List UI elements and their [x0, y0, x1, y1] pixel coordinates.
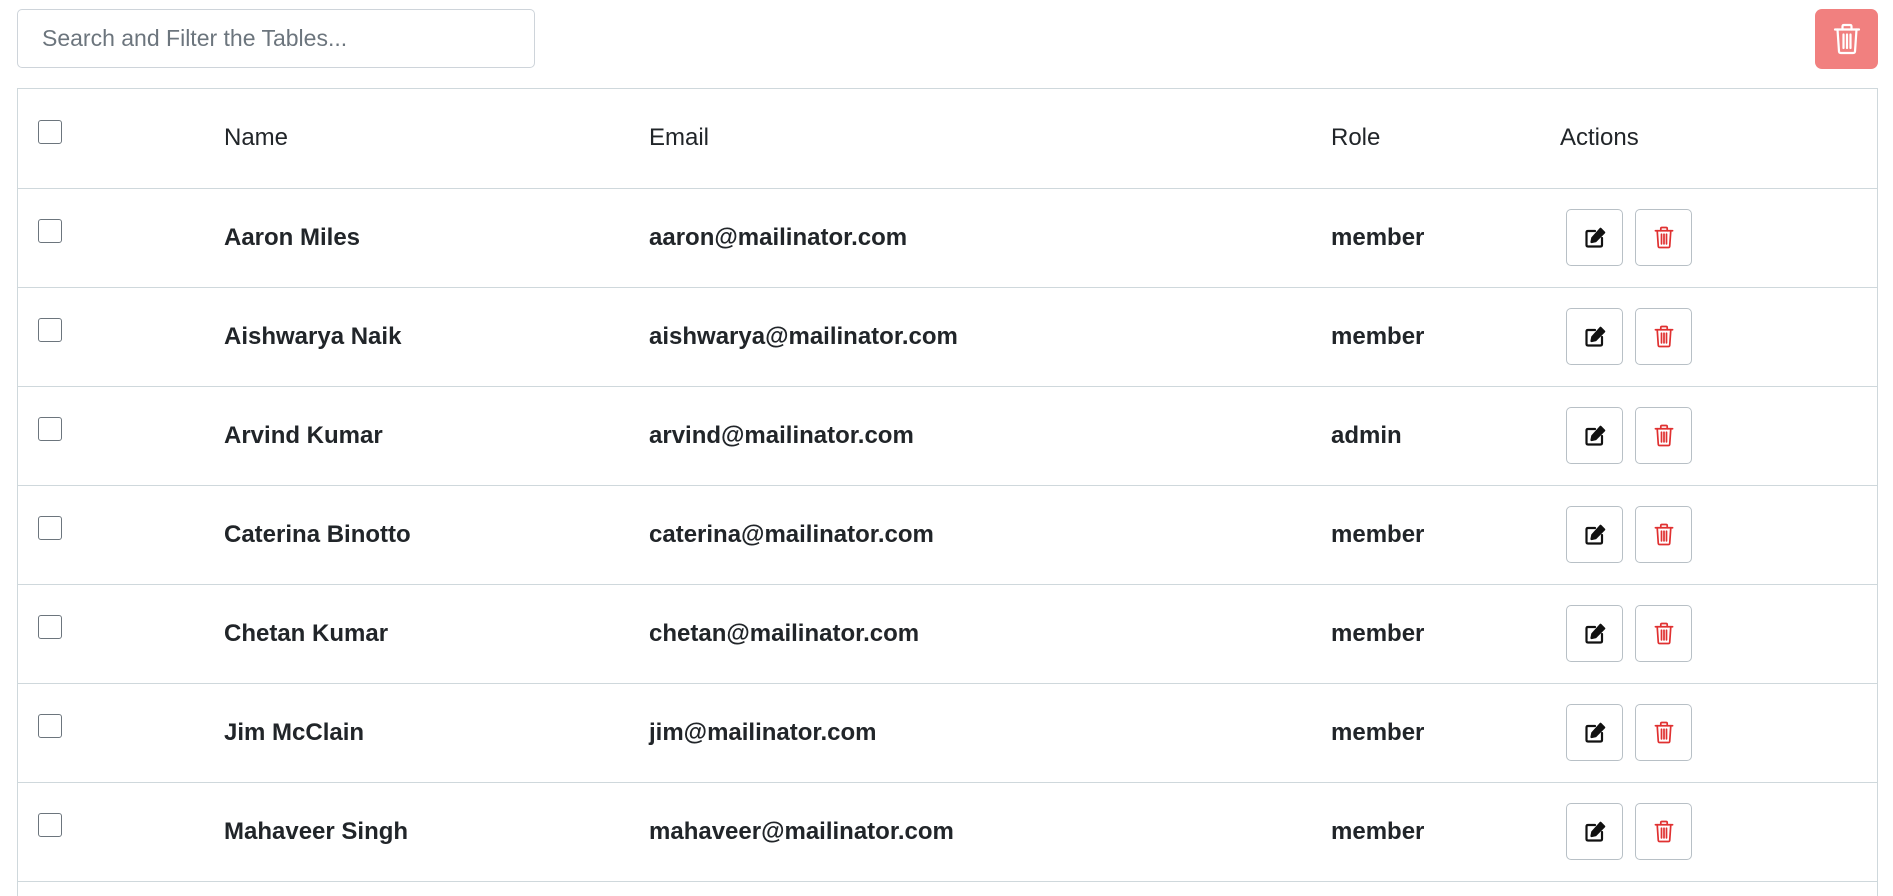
edit-icon	[1583, 226, 1607, 250]
row-checkbox[interactable]	[38, 714, 62, 738]
edit-button[interactable]	[1566, 209, 1623, 266]
cell-email: aishwarya@mailinator.com	[649, 287, 1331, 387]
row-select-cell	[18, 188, 224, 288]
cell-role: member	[1331, 287, 1560, 387]
edit-icon	[1583, 820, 1607, 844]
trash-icon	[1654, 523, 1674, 546]
cell-actions	[1560, 485, 1877, 585]
cell-email: caterina@mailinator.com	[649, 485, 1331, 585]
row-actions	[1560, 407, 1877, 464]
cell-email: arvind@mailinator.com	[649, 386, 1331, 486]
search-input[interactable]	[17, 9, 535, 68]
delete-button[interactable]	[1635, 407, 1692, 464]
cell-name: Aishwarya Naik	[224, 287, 649, 387]
row-checkbox[interactable]	[38, 813, 62, 837]
row-select-cell	[18, 287, 224, 387]
select-all-checkbox[interactable]	[38, 119, 62, 144]
cell-role: member	[1331, 683, 1560, 783]
cell-actions	[1560, 188, 1877, 288]
table-row[interactable]: Arvind Kumar arvind@mailinator.com admin	[18, 386, 1877, 486]
cell-actions	[1560, 584, 1877, 684]
column-header-actions: Actions	[1560, 89, 1877, 189]
row-actions	[1560, 605, 1877, 662]
edit-icon	[1583, 523, 1607, 547]
trash-icon	[1654, 226, 1674, 249]
table-row[interactable]: Caterina Binotto caterina@mailinator.com m…	[18, 485, 1877, 585]
edit-button[interactable]	[1566, 704, 1623, 761]
table-body: Aaron Miles aaron@mailinator.com member Ais…	[18, 188, 1877, 882]
row-actions	[1560, 704, 1877, 761]
column-header-name[interactable]: Name	[224, 89, 649, 189]
column-header-role[interactable]: Role	[1331, 89, 1560, 189]
cell-actions	[1560, 782, 1877, 882]
row-checkbox[interactable]	[38, 219, 62, 243]
table-header-row: Name Email Role Actions	[18, 89, 1877, 189]
cell-email: jim@mailinator.com	[649, 683, 1331, 783]
edit-button[interactable]	[1566, 803, 1623, 860]
delete-button[interactable]	[1635, 209, 1692, 266]
edit-button[interactable]	[1566, 506, 1623, 563]
trash-icon	[1654, 325, 1674, 348]
trash-icon	[1654, 721, 1674, 744]
delete-button[interactable]	[1635, 803, 1692, 860]
cell-role: member	[1331, 485, 1560, 585]
delete-button[interactable]	[1635, 605, 1692, 662]
row-checkbox[interactable]	[38, 516, 62, 540]
cell-actions	[1560, 683, 1877, 783]
edit-icon	[1583, 424, 1607, 448]
trash-icon	[1654, 820, 1674, 843]
trash-icon	[1833, 23, 1861, 55]
cell-name: Jim McClain	[224, 683, 649, 783]
row-select-cell	[18, 485, 224, 585]
trash-icon	[1654, 424, 1674, 447]
row-checkbox[interactable]	[38, 417, 62, 441]
select-all-cell	[18, 89, 224, 189]
edit-icon	[1583, 721, 1607, 745]
row-select-cell	[18, 782, 224, 882]
delete-button[interactable]	[1635, 506, 1692, 563]
table-row[interactable]: Jim McClain jim@mailinator.com member	[18, 683, 1877, 783]
cell-role: member	[1331, 188, 1560, 288]
row-select-cell	[18, 386, 224, 486]
edit-button[interactable]	[1566, 605, 1623, 662]
delete-button[interactable]	[1635, 704, 1692, 761]
cell-name: Mahaveer Singh	[224, 782, 649, 882]
row-actions	[1560, 803, 1877, 860]
users-table: Name Email Role Actions Aaron Miles aaron…	[17, 88, 1878, 896]
row-actions	[1560, 308, 1877, 365]
column-header-email[interactable]: Email	[649, 89, 1331, 189]
bulk-delete-button[interactable]	[1815, 9, 1878, 69]
cell-name: Aaron Miles	[224, 188, 649, 288]
cell-name: Caterina Binotto	[224, 485, 649, 585]
edit-icon	[1583, 622, 1607, 646]
table-row[interactable]: Aishwarya Naik aishwarya@mailinator.com me…	[18, 287, 1877, 387]
delete-button[interactable]	[1635, 308, 1692, 365]
row-select-cell	[18, 683, 224, 783]
cell-email: aaron@mailinator.com	[649, 188, 1331, 288]
row-actions	[1560, 506, 1877, 563]
row-checkbox[interactable]	[38, 615, 62, 639]
edit-button[interactable]	[1566, 407, 1623, 464]
cell-email: chetan@mailinator.com	[649, 584, 1331, 684]
cell-actions	[1560, 287, 1877, 387]
row-actions	[1560, 209, 1877, 266]
edit-button[interactable]	[1566, 308, 1623, 365]
cell-name: Chetan Kumar	[224, 584, 649, 684]
trash-icon	[1654, 622, 1674, 645]
row-checkbox[interactable]	[38, 318, 62, 342]
cell-email: mahaveer@mailinator.com	[649, 782, 1331, 882]
cell-role: admin	[1331, 386, 1560, 486]
users-table-page: Name Email Role Actions Aaron Milesaaron…	[0, 0, 1893, 896]
cell-actions	[1560, 386, 1877, 486]
table-row[interactable]: Mahaveer Singh mahaveer@mailinator.com mem…	[18, 782, 1877, 882]
table-row[interactable]: Chetan Kumar chetan@mailinator.com member	[18, 584, 1877, 684]
cell-name: Arvind Kumar	[224, 386, 649, 486]
table-row[interactable]: Aaron Miles aaron@mailinator.com member	[18, 188, 1877, 288]
row-select-cell	[18, 584, 224, 684]
edit-icon	[1583, 325, 1607, 349]
cell-role: member	[1331, 584, 1560, 684]
cell-role: member	[1331, 782, 1560, 882]
